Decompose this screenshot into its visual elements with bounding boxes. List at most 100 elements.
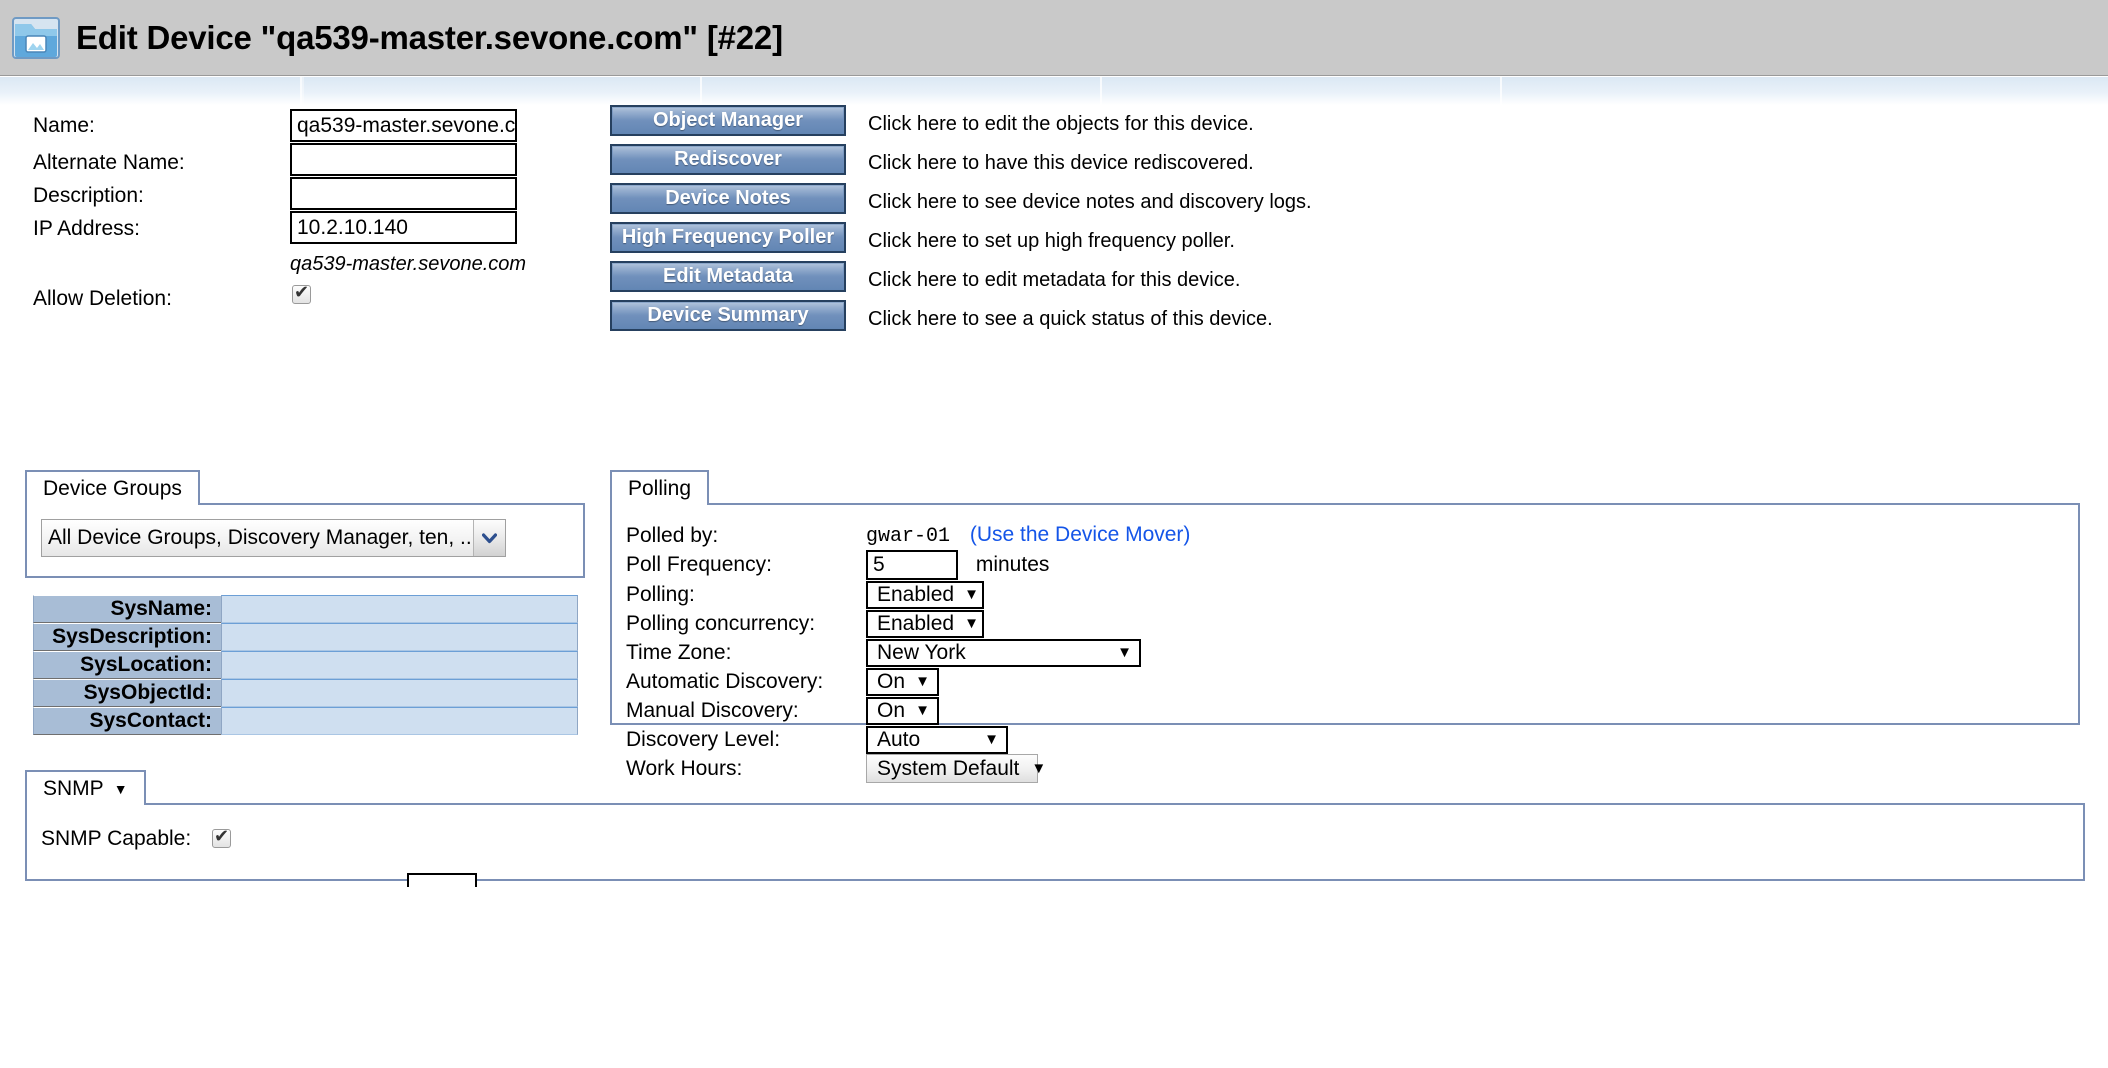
automatic-discovery-select-value: On [877, 669, 906, 693]
time-zone-select[interactable]: New York ▼ [866, 638, 1141, 667]
table-row: SysLocation: [33, 651, 578, 679]
caret-down-icon: ▼ [1117, 643, 1132, 661]
alternate-name-input[interactable] [290, 143, 517, 176]
object-manager-help: Click here to edit the objects for this … [868, 113, 1254, 135]
chevron-down-icon[interactable] [473, 520, 505, 556]
device-folder-icon [12, 14, 60, 62]
rediscover-button[interactable]: Rediscover [610, 144, 846, 175]
allow-deletion-label: Allow Deletion: [33, 287, 172, 310]
syslocation-value [221, 651, 578, 679]
caret-down-icon: ▼ [915, 701, 930, 719]
work-hours-select[interactable]: System Default ▼ [866, 754, 1046, 783]
polling-concurrency-select-value: Enabled [877, 611, 955, 635]
description-label: Description: [33, 184, 144, 207]
manual-discovery-row: Manual Discovery: On ▼ [626, 696, 1190, 725]
high-frequency-poller-button[interactable]: High Frequency Poller [610, 222, 846, 253]
table-row: SysObjectId: [33, 679, 578, 707]
high-frequency-poller-help: Click here to set up high frequency poll… [868, 230, 1235, 252]
work-hours-label: Work Hours: [626, 756, 743, 780]
automatic-discovery-label: Automatic Discovery: [626, 669, 824, 693]
caret-down-icon: ▼ [984, 730, 999, 748]
device-groups-panel: Device Groups All Device Groups, Discove… [25, 470, 585, 578]
caret-down-icon: ▼ [1031, 759, 1047, 777]
polling-state-row: Polling: Enabled ▼ [626, 580, 1190, 609]
page-title: Edit Device "qa539-master.sevone.com" [#… [76, 18, 783, 56]
ip-address-label: IP Address: [33, 217, 141, 240]
sysobjectid-value [221, 679, 578, 707]
device-groups-select[interactable]: All Device Groups, Discovery Manager, te… [41, 519, 506, 557]
time-zone-select-value: New York [877, 640, 966, 664]
caret-down-icon: ▼ [964, 585, 979, 603]
allow-deletion-checkbox[interactable] [292, 282, 311, 304]
name-input[interactable]: qa539-master.sevone.com [290, 109, 517, 142]
manual-discovery-label: Manual Discovery: [626, 698, 799, 722]
polling-label: Polling: [626, 582, 695, 606]
device-summary-button[interactable]: Device Summary [610, 300, 846, 331]
object-manager-button[interactable]: Object Manager [610, 105, 846, 136]
snmp-capable-checkbox[interactable] [212, 826, 231, 848]
discovery-level-select-value: Auto [877, 727, 921, 751]
table-row: SysName: [33, 595, 578, 623]
device-action-help-column: Click here to edit the objects for this … [868, 105, 1312, 339]
tab-device-groups[interactable]: Device Groups [25, 470, 200, 505]
device-action-buttons: Object Manager Rediscover Device Notes H… [610, 105, 846, 339]
snmp-body: SNMP Capable: [25, 803, 2085, 887]
device-groups-select-value: All Device Groups, Discovery Manager, te… [48, 526, 473, 549]
polled-by-value: gwar-01 [866, 525, 951, 548]
poll-frequency-row: Poll Frequency: 5 minutes [626, 550, 1190, 580]
sys-info-table: SysName: SysDescription: SysLocation: Sy… [33, 595, 578, 735]
syscontact-label: SysContact: [33, 707, 221, 735]
sysdescription-label: SysDescription: [33, 623, 221, 651]
rediscover-help: Click here to have this device rediscove… [868, 152, 1254, 174]
header-gradient-band [0, 77, 2108, 105]
manual-discovery-select[interactable]: On ▼ [866, 696, 939, 725]
time-zone-label: Time Zone: [626, 640, 732, 664]
automatic-discovery-row: Automatic Discovery: On ▼ [626, 667, 1190, 696]
sysname-label: SysName: [33, 595, 221, 623]
resolved-hostname-hint: qa539-master.sevone.com [290, 253, 527, 275]
polling-concurrency-row: Polling concurrency: Enabled ▼ [626, 609, 1190, 638]
snmp-hidden-field[interactable] [407, 873, 477, 887]
manual-discovery-select-value: On [877, 698, 906, 722]
syscontact-value [221, 707, 578, 735]
snmp-panel: SNMP ▼ SNMP Capable: [25, 770, 2085, 887]
discovery-level-select[interactable]: Auto ▼ [866, 725, 1008, 754]
tab-snmp[interactable]: SNMP ▼ [25, 770, 146, 805]
poll-frequency-label: Poll Frequency: [626, 553, 772, 576]
tab-polling[interactable]: Polling [610, 470, 710, 505]
polled-by-row: Polled by: gwar-01 (Use the Device Mover… [626, 521, 1190, 550]
tab-snmp-label: SNMP [43, 777, 104, 800]
work-hours-select-value: System Default [877, 756, 1020, 780]
caret-down-icon: ▼ [964, 614, 979, 632]
window-title-bar: Edit Device "qa539-master.sevone.com" [#… [0, 0, 2108, 76]
edit-metadata-button[interactable]: Edit Metadata [610, 261, 846, 292]
device-notes-button[interactable]: Device Notes [610, 183, 846, 214]
alternate-name-label: Alternate Name: [33, 151, 185, 174]
work-hours-row: Work Hours: System Default ▼ [626, 754, 1190, 783]
time-zone-row: Time Zone: New York ▼ [626, 638, 1190, 667]
poll-frequency-unit: minutes [975, 552, 1050, 576]
polling-body: Polled by: gwar-01 (Use the Device Mover… [610, 503, 2080, 783]
syslocation-label: SysLocation: [33, 651, 221, 679]
edit-metadata-help: Click here to edit metadata for this dev… [868, 269, 1241, 291]
discovery-level-row: Discovery Level: Auto ▼ [626, 725, 1190, 754]
caret-down-icon: ▼ [113, 781, 128, 797]
description-input[interactable] [290, 177, 517, 210]
polling-select[interactable]: Enabled ▼ [866, 580, 984, 609]
polling-panel: Polling Polled by: gwar-01 (Use the Devi… [610, 470, 2080, 783]
sysname-value [221, 595, 578, 623]
polling-concurrency-select[interactable]: Enabled ▼ [866, 609, 984, 638]
table-row: SysDescription: [33, 623, 578, 651]
automatic-discovery-select[interactable]: On ▼ [866, 667, 939, 696]
use-device-mover-link[interactable]: (Use the Device Mover) [970, 523, 1191, 546]
device-groups-body: All Device Groups, Discovery Manager, te… [25, 503, 585, 578]
name-label: Name: [33, 114, 95, 137]
device-summary-help: Click here to see a quick status of this… [868, 308, 1273, 330]
table-row: SysContact: [33, 707, 578, 735]
ip-address-input[interactable]: 10.2.10.140 [290, 211, 517, 244]
snmp-capable-label: SNMP Capable: [41, 827, 192, 850]
discovery-level-label: Discovery Level: [626, 727, 781, 751]
device-notes-help: Click here to see device notes and disco… [868, 191, 1312, 213]
poll-frequency-input[interactable]: 5 [866, 550, 958, 580]
polled-by-label: Polled by: [626, 523, 719, 547]
